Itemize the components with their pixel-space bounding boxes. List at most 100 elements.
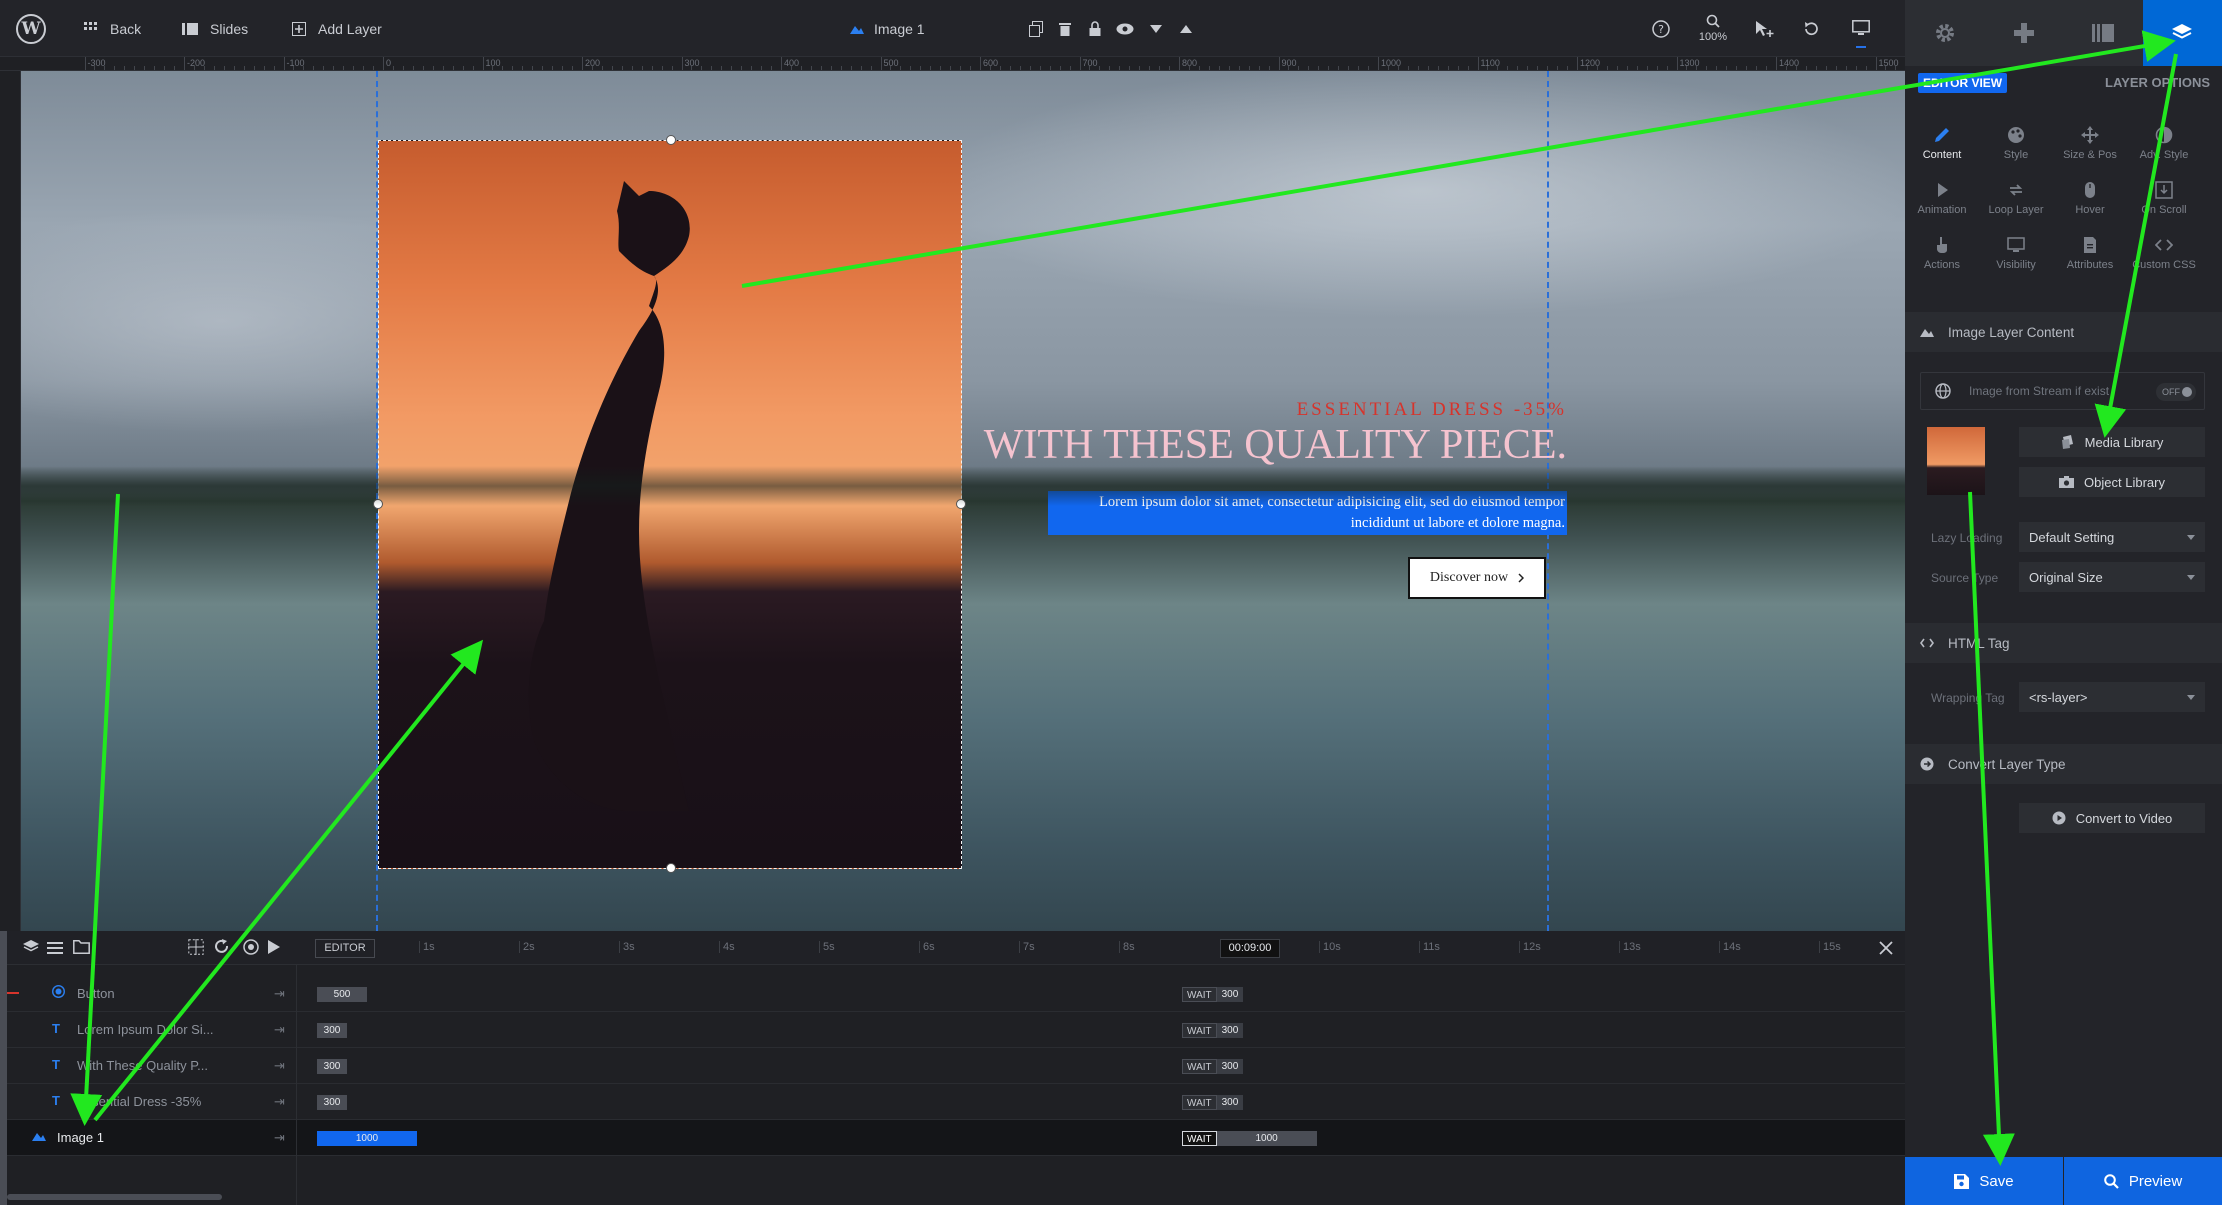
move-layer-down-icon[interactable] [1143, 16, 1169, 42]
timeline-wait-block[interactable]: WAIT 300 [1182, 987, 1244, 1002]
lazy-loading-select[interactable]: Default Setting [2019, 522, 2205, 552]
image-layer-content-title: Image Layer Content [1948, 324, 2075, 340]
option-custom-css[interactable]: Custom CSS [2127, 236, 2201, 271]
image-layer-icon [850, 26, 864, 34]
current-layer-indicator[interactable]: Image 1 [850, 17, 925, 41]
essential-dress-text-layer[interactable]: ESSENTIAL DRESS -35% [921, 399, 1567, 421]
option-on-scroll[interactable]: On Scroll [2127, 181, 2201, 216]
visibility-eye-icon[interactable] [1112, 16, 1138, 42]
timeline-duration-bar[interactable]: 300 [317, 1023, 347, 1038]
tab-layer-options[interactable] [2142, 0, 2222, 66]
add-layer-label: Add Layer [318, 21, 382, 37]
timeline-scrollbar[interactable] [7, 1194, 222, 1200]
wordpress-logo-icon[interactable]: W [16, 14, 46, 44]
search-icon [2104, 1173, 2119, 1189]
option-content[interactable]: Content [1905, 126, 1979, 161]
timeline-duration-bar[interactable]: 300 [317, 1059, 347, 1074]
timeline-duration-bar[interactable]: 300 [317, 1095, 347, 1110]
desktop-view-icon[interactable] [1848, 16, 1874, 42]
delete-icon[interactable] [1052, 16, 1078, 42]
option-actions[interactable]: Actions [1905, 236, 1979, 271]
resize-handle-right[interactable] [956, 499, 966, 509]
close-icon[interactable] [1876, 938, 1896, 958]
list-icon[interactable] [47, 941, 63, 959]
timeline-duration-bar[interactable]: 1000 [317, 1131, 417, 1146]
resize-handle-top[interactable] [666, 135, 676, 145]
timeline-second-10: 10s [1319, 941, 1341, 953]
option-hover-label: Hover [2075, 204, 2105, 216]
image-section-icon [1920, 329, 1934, 337]
resize-handle-bottom[interactable] [666, 863, 676, 873]
chevron-right-icon [1518, 573, 1525, 583]
redo-loop-icon[interactable] [214, 939, 232, 960]
html-tag-section[interactable]: HTML Tag [1905, 623, 2222, 663]
wait-value: 300 [1216, 1095, 1244, 1110]
editor-view-badge[interactable]: EDITOR VIEW [1918, 73, 2008, 93]
image-layer-selected[interactable] [373, 135, 966, 873]
grid-snap-icon[interactable] [188, 939, 204, 960]
option-size-pos[interactable]: Size & Pos [2053, 126, 2127, 161]
undo-icon[interactable] [1798, 16, 1824, 42]
slides-button[interactable]: Slides [182, 17, 248, 41]
timeline-wait-block[interactable]: WAIT 300 [1182, 1059, 1244, 1074]
option-adv-style[interactable]: Adv. Style [2127, 126, 2201, 161]
lock-icon[interactable] [1082, 16, 1108, 42]
scroll-download-icon [2155, 181, 2173, 199]
save-button[interactable]: Save [1905, 1157, 2063, 1205]
back-button[interactable]: Back [84, 17, 141, 41]
option-animation[interactable]: Animation [1905, 181, 1979, 216]
folder-icon[interactable] [73, 940, 90, 959]
play-icon[interactable] [268, 940, 280, 959]
source-type-select[interactable]: Original Size [2019, 562, 2205, 592]
convert-layer-type-section[interactable]: Convert Layer Type [1905, 744, 2222, 784]
lorem-ipsum-text-layer[interactable]: Lorem ipsum dolor sit amet, consectetur … [1048, 491, 1567, 535]
image-layer-content-section[interactable]: Image Layer Content [1905, 312, 2222, 352]
stream-toggle[interactable]: OFF [2156, 383, 2196, 401]
tab-navigation[interactable] [1984, 0, 2063, 66]
help-icon[interactable]: ? [1648, 16, 1674, 42]
timeline-editor-label[interactable]: EDITOR [315, 939, 375, 958]
timeline-duration-bar[interactable]: 500 [317, 987, 367, 1002]
ruler-tick [482, 57, 484, 70]
option-style[interactable]: Style [1979, 126, 2053, 161]
grid-icon [84, 22, 97, 30]
tab-settings[interactable] [1905, 0, 1984, 66]
media-library-button[interactable]: Media Library [2019, 427, 2205, 457]
document-icon [2084, 237, 2096, 253]
tab-layers-list[interactable] [2064, 0, 2143, 66]
option-visibility[interactable]: Visibility [1979, 236, 2053, 271]
timeline-current-time[interactable]: 00:09:00 [1220, 939, 1280, 958]
option-hover[interactable]: Hover [2053, 181, 2127, 216]
timeline-wait-block[interactable]: WAIT 300 [1182, 1023, 1244, 1038]
zoom-control[interactable]: 100% [1696, 14, 1730, 43]
move-layer-up-icon[interactable] [1173, 16, 1199, 42]
timeline-second-4: 4s [719, 941, 735, 953]
woman-silhouette-image [528, 181, 690, 811]
image-from-stream-option[interactable]: Image from Stream if exist OFF [1920, 372, 2205, 410]
resize-handle-left[interactable] [373, 499, 383, 509]
cursor-add-icon[interactable] [1752, 16, 1778, 42]
option-style-label: Style [2003, 149, 2029, 161]
object-library-button[interactable]: Object Library [2019, 467, 2205, 497]
ruler-label: -300 [87, 58, 106, 68]
stream-label: Image from Stream if exist [1969, 384, 2110, 398]
option-loop-layer[interactable]: Loop Layer [1979, 181, 2053, 216]
hand-pointer-icon [1937, 237, 1947, 253]
timeline-wait-block[interactable]: WAIT 300 [1182, 1095, 1244, 1110]
option-attributes[interactable]: Attributes [2053, 236, 2127, 271]
slide-canvas[interactable]: ESSENTIAL DRESS -35% WITH THESE QUALITY … [21, 71, 1905, 931]
chevron-down-icon [2187, 534, 2195, 540]
convert-to-video-button[interactable]: Convert to Video [2019, 803, 2205, 833]
wait-label: WAIT [1182, 1131, 1217, 1146]
discover-now-button-layer[interactable]: Discover now [1408, 557, 1546, 599]
target-icon[interactable] [243, 939, 259, 960]
convert-to-video-label: Convert to Video [2075, 810, 2173, 826]
quality-piece-text-layer[interactable]: WITH THESE QUALITY PIECE. [821, 421, 1567, 469]
duplicate-icon[interactable] [1023, 16, 1049, 42]
preview-button[interactable]: Preview [2064, 1157, 2222, 1205]
image-thumbnail[interactable] [1927, 427, 1985, 495]
wrapping-tag-select[interactable]: <rs-layer> [2019, 682, 2205, 712]
layers-icon[interactable] [23, 940, 39, 959]
timeline-wait-block[interactable]: WAIT 1000 [1182, 1131, 1317, 1146]
add-layer-button[interactable]: Add Layer [292, 17, 382, 41]
